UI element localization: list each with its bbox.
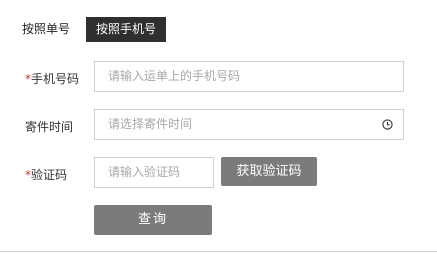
captcha-label: 验证码 xyxy=(31,168,68,182)
tracking-query-panel: 按照单号 按照手机号 *手机号码 请输入运单上的手机号码 寄件时间 请选择寄件时… xyxy=(0,0,437,254)
captcha-input[interactable]: 请输入验证码 xyxy=(94,157,214,188)
clock-icon[interactable] xyxy=(382,119,393,130)
query-button[interactable]: 查询 xyxy=(94,205,212,235)
tab-by-phone-number[interactable]: 按照手机号 xyxy=(86,17,167,42)
phone-input-placeholder: 请输入运单上的手机号码 xyxy=(108,69,241,83)
tab-by-order-number[interactable]: 按照单号 xyxy=(22,20,70,38)
send-time-label-row: 寄件时间 xyxy=(25,120,73,134)
captcha-label-row: *验证码 xyxy=(25,168,67,182)
send-time-placeholder: 请选择寄件时间 xyxy=(108,117,193,131)
phone-input[interactable]: 请输入运单上的手机号码 xyxy=(94,61,404,92)
bottom-divider xyxy=(0,251,437,252)
phone-label: 手机号码 xyxy=(31,72,80,86)
get-code-button[interactable]: 获取验证码 xyxy=(221,157,317,186)
phone-label-row: *手机号码 xyxy=(25,72,79,86)
send-time-label: 寄件时间 xyxy=(25,120,74,134)
send-time-picker[interactable]: 请选择寄件时间 xyxy=(94,109,404,140)
captcha-input-placeholder: 请输入验证码 xyxy=(108,165,181,179)
